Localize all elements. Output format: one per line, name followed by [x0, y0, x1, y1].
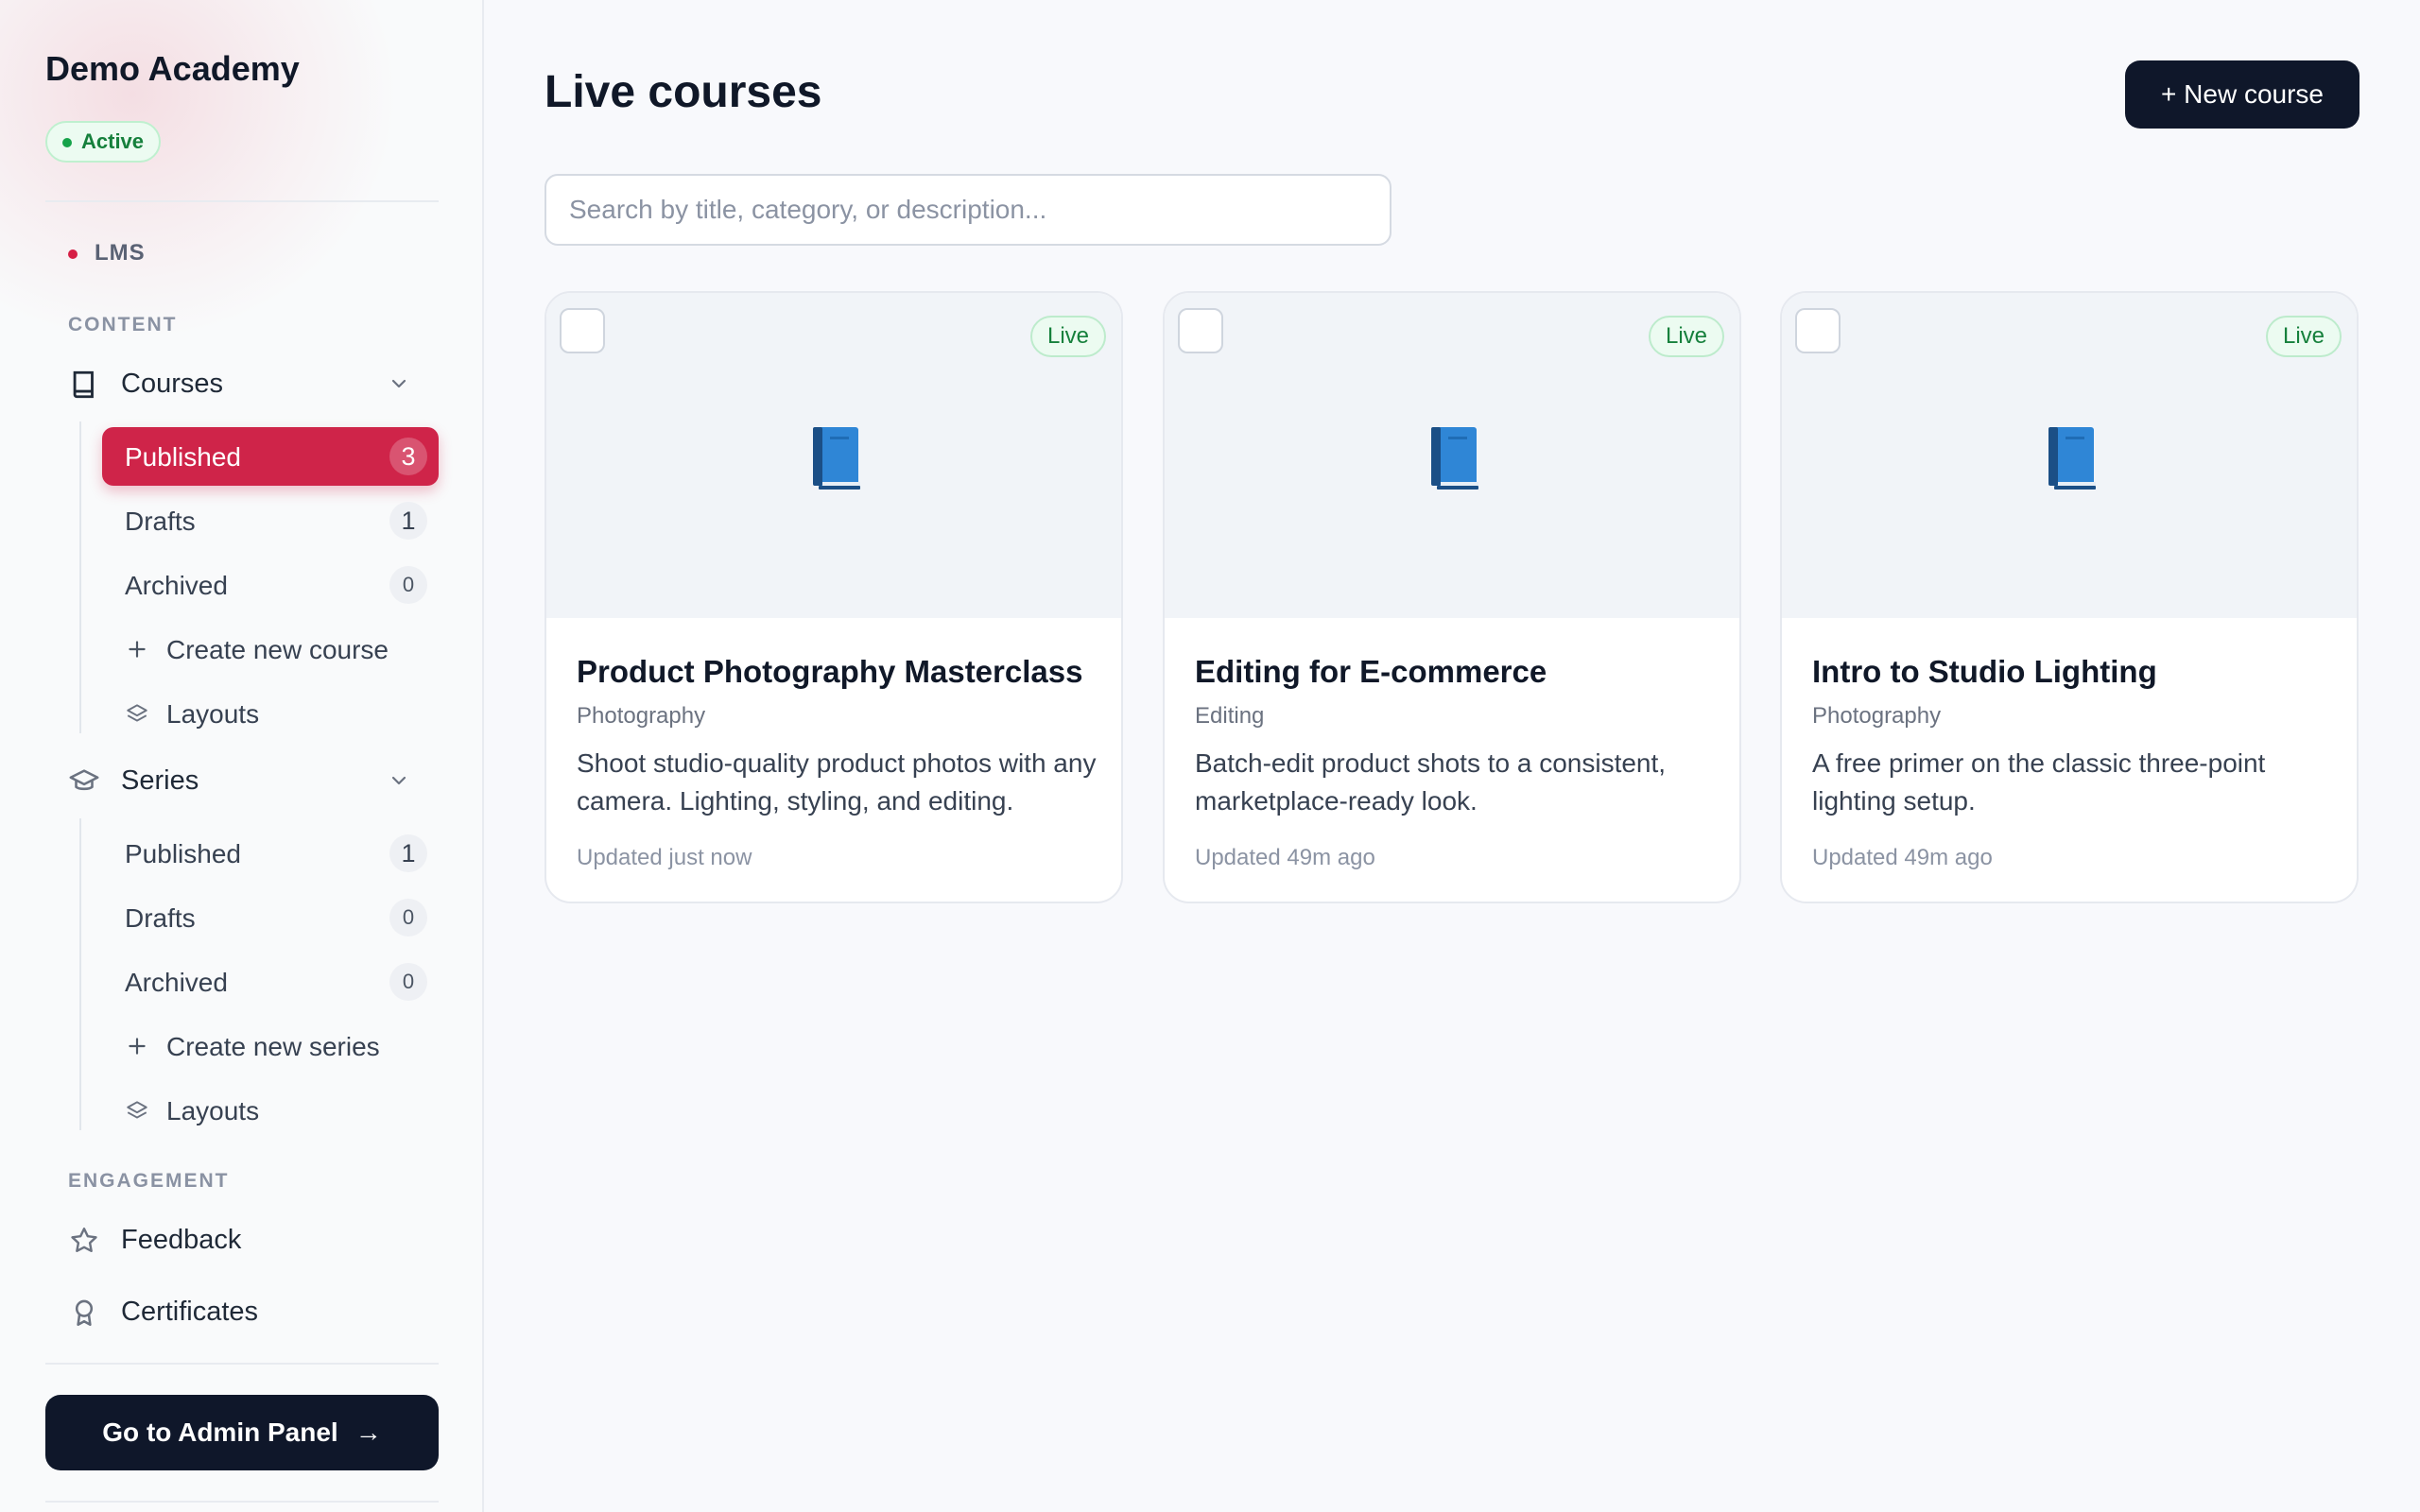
- course-title: Intro to Studio Lighting: [1812, 654, 2157, 689]
- app-dot-icon: [68, 249, 78, 259]
- admin-button-label: Go to Admin Panel: [102, 1418, 338, 1447]
- sidebar-item-label: Published: [125, 839, 241, 868]
- nav-group-label: Series: [121, 765, 199, 796]
- section-label-engagement: ENGAGEMENT: [68, 1170, 230, 1192]
- sidebar-item-series-drafts[interactable]: Drafts 0: [102, 888, 439, 947]
- sidebar-item-courses-drafts[interactable]: Drafts 1: [102, 491, 439, 550]
- course-card[interactable]: Live Product Photography Masterclass Pho…: [544, 291, 1123, 903]
- sidebar-item-label: Layouts: [166, 699, 260, 729]
- arrow-right-icon: →: [354, 1418, 382, 1447]
- count-badge: 1: [389, 502, 427, 540]
- sidebar-item-label: Create new series: [166, 1032, 380, 1061]
- sidebar-item-label: Archived: [125, 571, 228, 600]
- sidebar-item-label: Drafts: [125, 507, 196, 536]
- brand-name: Demo Academy: [45, 49, 300, 88]
- count-badge: 0: [389, 963, 427, 1001]
- sidebar-item-label: Archived: [125, 968, 228, 997]
- count-badge: 1: [389, 834, 427, 872]
- star-icon: [71, 1228, 97, 1252]
- select-checkbox[interactable]: [1178, 308, 1223, 353]
- select-checkbox[interactable]: [560, 308, 605, 353]
- sidebar-item-create-series[interactable]: Create new series: [102, 1017, 439, 1075]
- chevron-down-icon[interactable]: [388, 769, 410, 792]
- sidebar-item-courses-published[interactable]: Published 3: [102, 427, 439, 486]
- nav-group-courses[interactable]: Courses: [68, 359, 427, 408]
- status-badge: Active: [45, 121, 162, 163]
- sidebar-item-label: Published: [125, 442, 241, 472]
- graduation-cap-icon: [69, 769, 99, 791]
- count-badge: 0: [389, 566, 427, 604]
- plus-icon: [129, 641, 146, 658]
- book-icon: [2048, 427, 2096, 490]
- course-category: Photography: [577, 703, 706, 729]
- nav-group-label: Courses: [121, 369, 223, 399]
- sidebar-item-series-archived[interactable]: Archived 0: [102, 953, 439, 1011]
- sidebar-item-label: Create new course: [166, 635, 389, 664]
- sidebar-item-label: Feedback: [121, 1225, 242, 1255]
- course-updated: Updated 49m ago: [1195, 845, 1375, 870]
- nav-group-series[interactable]: Series: [68, 756, 427, 805]
- select-checkbox[interactable]: [1795, 308, 1841, 353]
- sidebar-item-create-course[interactable]: Create new course: [102, 620, 439, 679]
- course-title: Product Photography Masterclass: [577, 654, 1083, 689]
- layers-icon: [127, 1101, 147, 1119]
- sidebar-item-courses-layouts[interactable]: Layouts: [102, 684, 439, 743]
- status-label: Active: [81, 129, 145, 153]
- sidebar: Demo Academy Active LMS CONTENT Courses …: [0, 0, 484, 1512]
- course-updated: Updated 49m ago: [1812, 845, 1993, 870]
- plus-icon: [129, 1038, 146, 1055]
- course-description: Batch-edit product shots to a consistent…: [1195, 748, 1667, 816]
- sidebar-item-series-published[interactable]: Published 1: [102, 824, 439, 883]
- count-badge: 3: [389, 438, 427, 475]
- course-category: Photography: [1812, 703, 1942, 729]
- sidebar-item-label: Certificates: [121, 1297, 259, 1327]
- chevron-down-icon[interactable]: [388, 372, 410, 395]
- search-input[interactable]: [544, 174, 1392, 246]
- status-badge: Live: [1648, 316, 1724, 357]
- sidebar-divider: [45, 1363, 439, 1365]
- status-badge: Live: [1029, 316, 1106, 357]
- book-icon: [73, 370, 94, 399]
- course-title: Editing for E-commerce: [1195, 654, 1547, 689]
- app-label: LMS: [68, 240, 146, 266]
- sidebar-divider: [45, 1501, 439, 1503]
- sidebar-item-feedback[interactable]: Feedback: [68, 1213, 427, 1266]
- course-description: Shoot studio-quality product photos with…: [577, 748, 1097, 816]
- page-title: Live courses: [544, 67, 822, 117]
- app-label-text: LMS: [95, 240, 146, 266]
- book-icon: [1431, 427, 1478, 490]
- count-badge: 0: [389, 899, 427, 936]
- sidebar-item-series-layouts[interactable]: Layouts: [102, 1081, 439, 1140]
- tree-line: [79, 818, 81, 1130]
- sidebar-item-label: Drafts: [125, 903, 196, 933]
- section-label-content: CONTENT: [68, 314, 178, 335]
- award-icon: [75, 1299, 94, 1327]
- course-card[interactable]: Live Intro to Studio Lighting Photograph…: [1780, 291, 2359, 903]
- status-dot-icon: [62, 138, 72, 147]
- course-description: A free primer on the classic three-point…: [1812, 748, 2266, 816]
- go-to-admin-panel-button[interactable]: Go to Admin Panel →: [45, 1395, 439, 1470]
- layers-icon: [127, 704, 147, 722]
- course-card[interactable]: Live Editing for E-commerce Editing Batc…: [1163, 291, 1741, 903]
- course-category: Editing: [1195, 703, 1265, 729]
- new-course-button[interactable]: + New course: [2125, 60, 2360, 129]
- sidebar-item-label: Layouts: [166, 1096, 260, 1125]
- tree-line: [79, 421, 81, 733]
- course-updated: Updated just now: [577, 845, 752, 870]
- status-badge: Live: [2265, 316, 2342, 357]
- sidebar-item-certificates[interactable]: Certificates: [68, 1285, 427, 1338]
- book-icon: [813, 427, 860, 490]
- sidebar-divider: [45, 200, 439, 202]
- sidebar-item-courses-archived[interactable]: Archived 0: [102, 556, 439, 614]
